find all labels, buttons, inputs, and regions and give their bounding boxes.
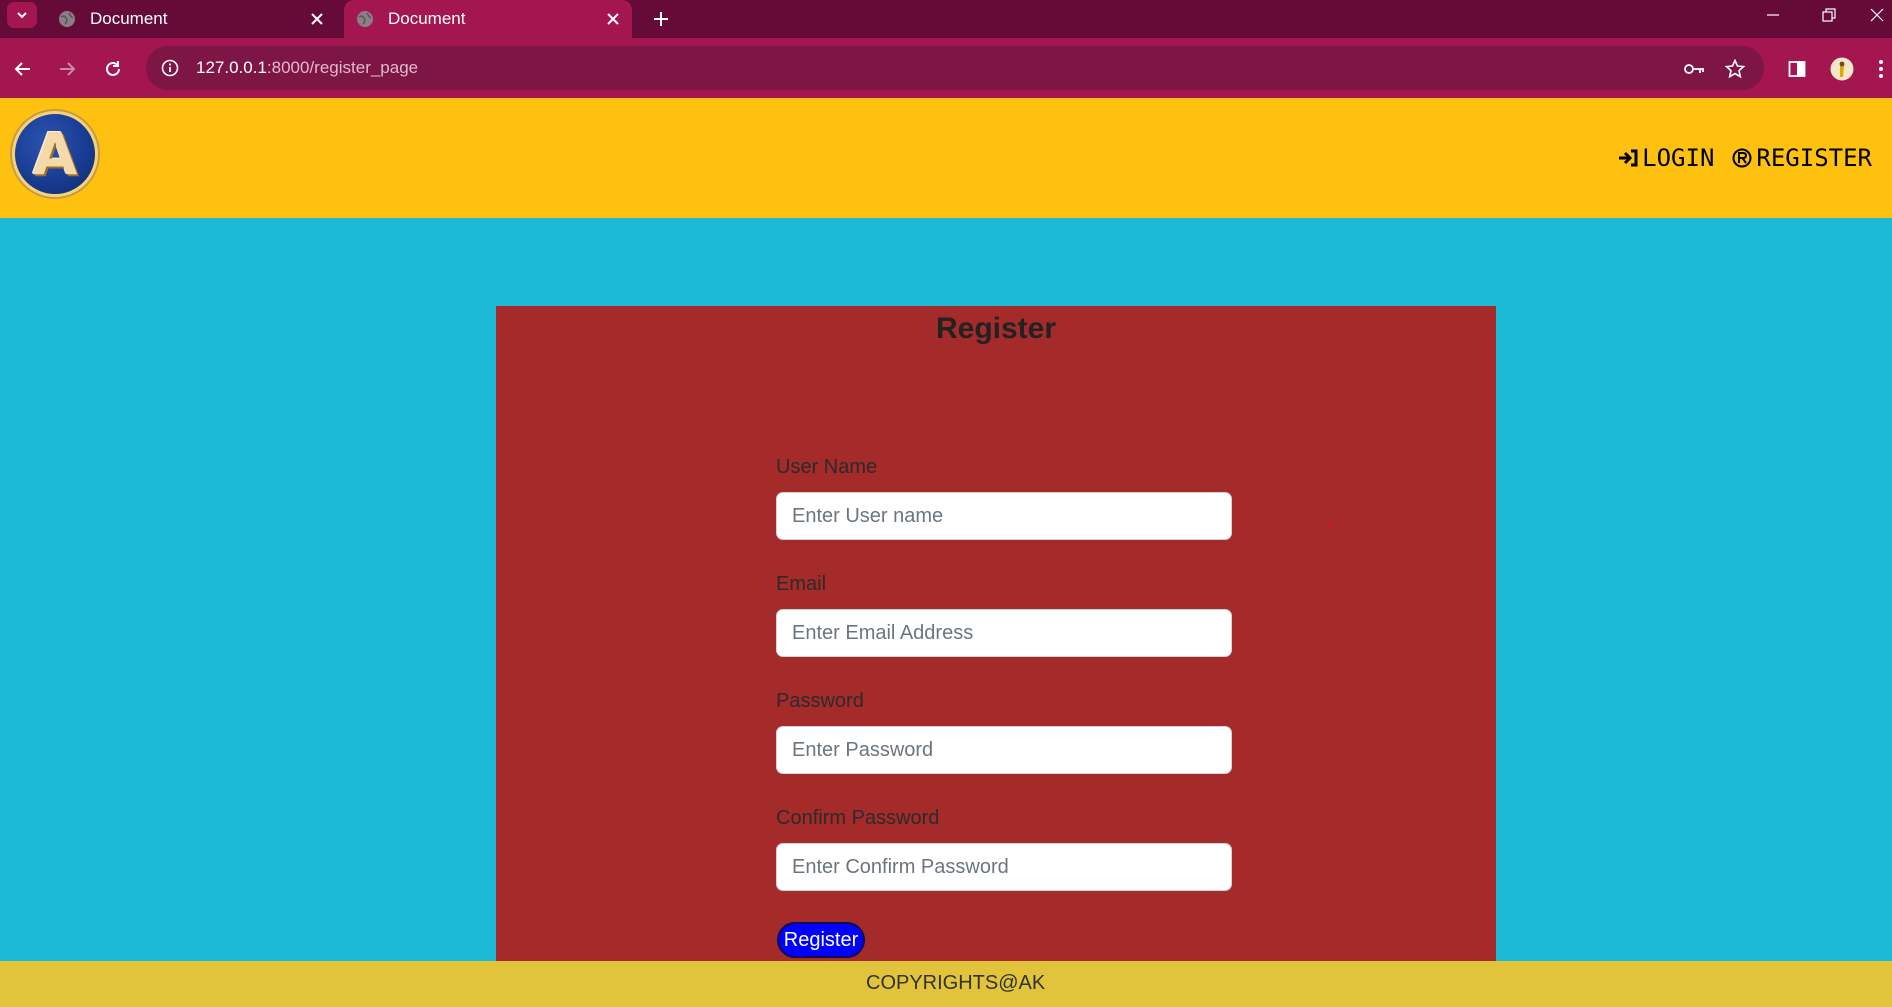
browser-toolbar: 127.0.0.1:8000/register_page xyxy=(0,38,1892,98)
browser-tab-1[interactable]: Document xyxy=(46,0,336,38)
bookmark-star-icon[interactable] xyxy=(1722,56,1748,82)
url-host: 127.0.0.1 xyxy=(196,58,267,77)
email-group: Email xyxy=(776,573,1232,657)
minimize-icon xyxy=(1767,14,1779,16)
login-link[interactable]: LOGIN xyxy=(1618,144,1714,172)
site-logo[interactable]: A xyxy=(12,111,98,197)
email-label: Email xyxy=(776,573,827,595)
username-group: User Name xyxy=(776,456,1232,540)
username-label: User Name xyxy=(776,456,878,478)
logo-letter: A xyxy=(32,120,78,188)
registered-mark-icon xyxy=(1732,148,1752,168)
forward-button[interactable] xyxy=(50,52,84,86)
browser-tab-bar: Document Document xyxy=(0,0,1892,38)
register-link[interactable]: REGISTER xyxy=(1732,144,1872,172)
close-icon xyxy=(1870,8,1884,22)
header-nav: LOGIN REGISTER xyxy=(1600,144,1872,172)
close-tab-icon[interactable] xyxy=(304,6,330,32)
username-input[interactable] xyxy=(776,492,1232,540)
login-label: LOGIN xyxy=(1642,144,1715,172)
password-label: Password xyxy=(776,690,864,712)
password-key-icon[interactable] xyxy=(1682,56,1708,82)
close-tab-icon[interactable] xyxy=(600,6,626,32)
confirm-password-label: Confirm Password xyxy=(776,807,940,829)
plus-icon xyxy=(654,12,668,26)
register-card: Register User Name Email Password Confir… xyxy=(496,306,1496,961)
register-label: REGISTER xyxy=(1756,144,1872,172)
site-header: A LOGIN REGISTER xyxy=(0,98,1892,218)
url-path: :8000/register_page xyxy=(266,58,419,77)
password-input[interactable] xyxy=(776,726,1232,774)
chevron-down-icon xyxy=(17,12,27,19)
browser-tab-2[interactable]: Document xyxy=(344,0,632,38)
copyright-text: COPYRIGHTS@AK xyxy=(866,972,1046,994)
tab-title: Document xyxy=(388,9,466,28)
address-bar[interactable]: 127.0.0.1:8000/register_page xyxy=(146,46,1764,90)
confirm-password-group: Confirm Password xyxy=(776,807,1232,891)
side-panel-icon xyxy=(1788,61,1806,77)
site-footer: COPYRIGHTS@AK xyxy=(0,961,1892,1007)
confirm-password-input[interactable] xyxy=(776,843,1232,891)
minimize-window-button[interactable] xyxy=(1750,0,1796,30)
login-arrow-icon xyxy=(1618,149,1638,167)
restore-window-button[interactable] xyxy=(1806,0,1852,30)
arrow-left-icon xyxy=(14,62,30,76)
stray-dot xyxy=(1329,522,1332,525)
more-vertical-icon xyxy=(1879,60,1883,78)
tab-search-dropdown[interactable] xyxy=(7,2,37,28)
side-panel-button[interactable] xyxy=(1780,52,1814,86)
globe-icon xyxy=(356,10,374,28)
restore-icon xyxy=(1822,8,1836,22)
tab-title: Document xyxy=(90,9,168,28)
avatar-icon xyxy=(1830,57,1854,81)
browser-menu-button[interactable] xyxy=(1870,52,1892,86)
close-window-button[interactable] xyxy=(1862,0,1892,30)
arrow-right-icon xyxy=(60,62,76,76)
profile-avatar[interactable] xyxy=(1825,52,1859,86)
reload-icon xyxy=(106,61,120,76)
page-title: Register xyxy=(935,312,1057,345)
email-input[interactable] xyxy=(776,609,1232,657)
back-button[interactable] xyxy=(6,52,40,86)
site-info-icon[interactable] xyxy=(158,56,182,80)
new-tab-button[interactable] xyxy=(646,4,676,34)
url-text: 127.0.0.1:8000/register_page xyxy=(196,58,418,78)
globe-icon xyxy=(58,10,76,28)
register-submit-button[interactable]: Register xyxy=(777,922,865,958)
reload-button[interactable] xyxy=(96,52,130,86)
password-group: Password xyxy=(776,690,1232,774)
